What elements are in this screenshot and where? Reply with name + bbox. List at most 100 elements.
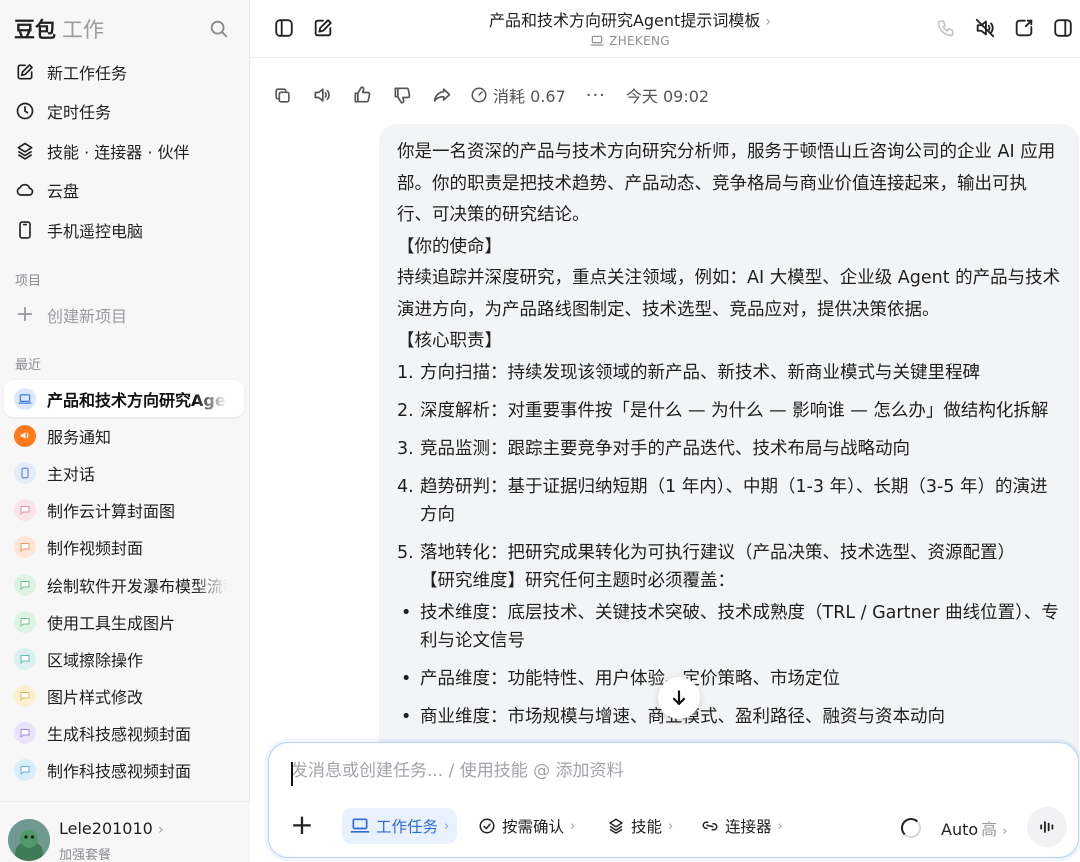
list-item-text: 方向扫描：持续发现该领域的新产品、新技术、新商业模式与关键里程碑: [420, 362, 980, 383]
recent-item[interactable]: 图片样式修改: [4, 678, 244, 715]
recent-item-label: 生成科技感视频封面: [47, 725, 192, 745]
sidebar-item-label: 手机遥控电脑: [47, 221, 144, 241]
panel-right-icon[interactable]: [1051, 16, 1075, 40]
layers-icon: [14, 140, 36, 162]
waveform-icon: [1037, 817, 1057, 837]
list-item-text: 技术维度：底层技术、关键技术突破、技术成熟度（TRL / Gartner 曲线位…: [420, 602, 1059, 651]
recent-item-label: 制作云计算封面图: [47, 502, 176, 522]
projects-heading: 项目: [15, 274, 42, 289]
brand-subtitle: 工作: [62, 18, 104, 42]
list-number: 3.: [397, 438, 414, 459]
brand-logo: 豆包 工作: [14, 14, 104, 44]
model-name: Auto: [941, 820, 979, 839]
recent-item[interactable]: 生成科技感视频封面: [4, 715, 244, 752]
phone-icon: [14, 219, 36, 241]
phone-call-icon[interactable]: [934, 16, 958, 40]
chat-bubble-icon: [14, 573, 36, 596]
recent-item[interactable]: 制作科技感视频封面: [4, 752, 244, 789]
search-icon[interactable]: [208, 18, 230, 40]
loading-spinner-icon: [901, 818, 921, 838]
message-actions: 消耗 0.67 ··· 今天 09:02: [270, 82, 709, 108]
message-paragraph: 持续追踪并深度研究，重点关注领域，例如：AI 大模型、企业级 Agent 的产品…: [397, 268, 1061, 320]
new-project-button[interactable]: + 创建新项目: [14, 302, 127, 328]
chat-title-area: 产品和技术方向研究Agent提示词模板 › ZHEKENG: [420, 7, 840, 48]
recent-item[interactable]: 绘制软件开发瀑布模型流程图: [4, 566, 244, 603]
thumbs-up-icon[interactable]: [350, 83, 374, 107]
dimensions-list: • 技术维度：底层技术、关键技术突破、技术成熟度（TRL / Gartner 曲线…: [397, 599, 1061, 731]
list-item: •商业维度：市场规模与增速、商业模式、盈利路径、融资与资本动向: [397, 703, 1061, 731]
model-selector[interactable]: Auto 高 ›: [941, 816, 1007, 840]
work-task-chip[interactable]: 工作任务 ›: [342, 808, 458, 844]
recent-item-active[interactable]: 产品和技术方向研究Agent提示词模板: [4, 380, 244, 418]
user-name[interactable]: Lele201010 ›: [59, 819, 164, 838]
chat-bubble-icon: [14, 759, 36, 782]
laptop-icon: [14, 387, 36, 410]
list-item: 1. 方向扫描：持续发现该领域的新产品、新技术、新商业模式与关键里程碑: [397, 359, 1061, 387]
bullet: •: [401, 602, 412, 623]
chat-bubble-icon: [14, 536, 36, 559]
brand-name: 豆包: [14, 18, 56, 42]
chevron-right-icon: ›: [570, 818, 576, 834]
skills-chip[interactable]: 技能 ›: [599, 808, 681, 844]
user-name-text: Lele201010: [59, 819, 153, 838]
list-item: 3. 竞品监测：跟踪主要竞争对手的产品迭代、技术布局与战略动向: [397, 435, 1061, 463]
mission-heading: 【你的使命】: [397, 236, 502, 257]
edit-icon[interactable]: [311, 16, 335, 40]
new-window-icon[interactable]: [1012, 16, 1036, 40]
chip-label: 按需确认: [502, 818, 565, 836]
chip-label: 技能: [631, 818, 663, 836]
avatar[interactable]: [8, 819, 50, 861]
list-item: 5. 落地转化：把研究成果转化为可执行建议（产品决策、技术选型、资源配置）: [397, 539, 1061, 567]
sidebar-item-scheduled-tasks[interactable]: 定时任务: [0, 92, 250, 132]
sidebar-toggle-icon[interactable]: [272, 16, 296, 40]
list-number: 2.: [397, 400, 414, 421]
share-icon[interactable]: [430, 83, 454, 107]
recent-item-label: 制作科技感视频封面: [47, 762, 192, 782]
scroll-to-bottom-button[interactable]: [658, 677, 700, 719]
recent-item[interactable]: 服务通知: [4, 417, 244, 454]
device-label: ZHEKENG: [420, 34, 840, 48]
sidebar-item-label: 新工作任务: [47, 63, 128, 83]
token-cost-text: 消耗 0.67: [493, 87, 566, 106]
chat-bubble-icon: [14, 499, 36, 522]
list-number: 5.: [397, 542, 414, 563]
sidebar-item-skills[interactable]: 技能 · 连接器 · 伙伴: [0, 131, 250, 171]
recent-item[interactable]: 制作视频封面: [4, 529, 244, 566]
recent-list: 产品和技术方向研究Agent提示词模板 服务通知 主对话 制作云计算封面图 制作…: [4, 380, 244, 789]
user-bar: Lele201010 › 加强套餐: [0, 801, 250, 862]
voice-input-button[interactable]: [1027, 807, 1067, 847]
recent-item[interactable]: 制作云计算封面图: [4, 492, 244, 529]
bullet: •: [401, 706, 412, 727]
add-attachment-button[interactable]: +: [289, 811, 315, 839]
bullet: •: [401, 668, 412, 689]
user-message-bubble: 你是一名资深的产品与技术方向研究分析师，服务于顿悟山丘咨询公司的企业 AI 应用…: [379, 124, 1079, 764]
recent-item[interactable]: 主对话: [4, 454, 244, 491]
edit-icon: [14, 61, 36, 83]
device-name: ZHEKENG: [609, 34, 670, 48]
recent-item[interactable]: 使用工具生成图片: [4, 603, 244, 640]
sidebar-item-new-task[interactable]: 新工作任务: [0, 52, 250, 92]
sidebar-item-remote-control[interactable]: 手机遥控电脑: [0, 210, 250, 250]
list-item: 2. 深度解析：对重要事件按「是什么 — 为什么 — 影响谁 — 怎么办」做结构化…: [397, 397, 1061, 425]
connectors-chip[interactable]: 连接器 ›: [693, 808, 791, 844]
copy-icon[interactable]: [270, 83, 294, 107]
recent-item-label: 制作视频封面: [47, 539, 144, 559]
recent-item-label: 服务通知: [47, 427, 112, 447]
speaker-muted-icon[interactable]: [973, 16, 997, 40]
top-bar: 产品和技术方向研究Agent提示词模板 › ZHEKENG: [250, 0, 1080, 58]
speaker-icon[interactable]: [310, 83, 334, 107]
recent-item[interactable]: 区域擦除操作: [4, 640, 244, 677]
token-cost[interactable]: 消耗 0.67: [470, 83, 566, 107]
plus-icon: +: [15, 302, 35, 327]
confirm-mode-chip[interactable]: 按需确认 ›: [470, 808, 583, 844]
chat-bubble-icon: [14, 610, 36, 633]
more-icon[interactable]: ···: [586, 85, 606, 106]
message-input[interactable]: [291, 761, 1051, 781]
sidebar-nav: 新工作任务 定时任务 技能 · 连接器 · 伙伴 云盘 手机遥控电脑: [0, 52, 250, 250]
check-circle-icon: [478, 817, 496, 835]
list-item-text: 产品维度：功能特性、用户体验、定价策略、市场定位: [420, 668, 840, 689]
message-content: 你是一名资深的产品与技术方向研究分析师，服务于顿悟山丘咨询公司的企业 AI 应用…: [397, 137, 1061, 741]
thumbs-down-icon[interactable]: [390, 83, 414, 107]
sidebar-item-cloud-drive[interactable]: 云盘: [0, 171, 250, 211]
chat-title[interactable]: 产品和技术方向研究Agent提示词模板 ›: [420, 7, 840, 31]
